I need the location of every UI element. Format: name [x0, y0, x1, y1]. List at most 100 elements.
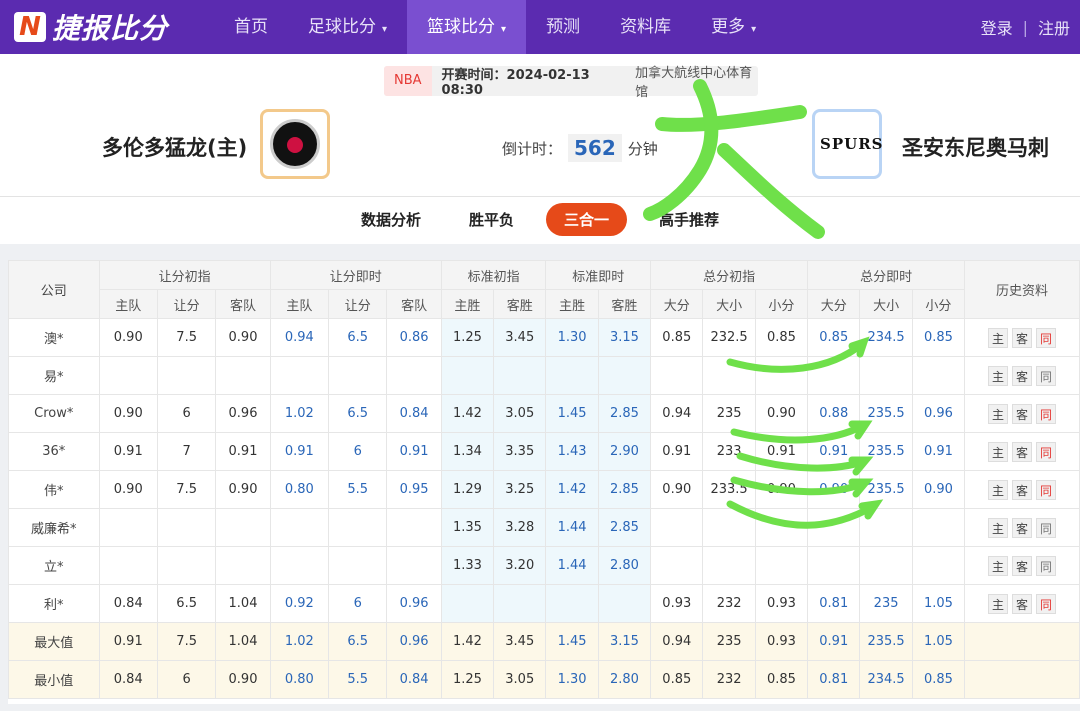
nav-more[interactable]: 更多 ▾: [691, 0, 776, 54]
odds-cell: 0.85: [754, 660, 809, 699]
history-same-button[interactable]: 同: [1036, 555, 1057, 576]
odds-cell: 0.96: [911, 394, 966, 433]
odds-cell: 0.85: [754, 318, 809, 357]
nav-predict[interactable]: 预测: [526, 0, 600, 54]
odds-cell: 2.90: [597, 432, 652, 471]
history-same-button[interactable]: 同: [1036, 441, 1057, 462]
history-away-button[interactable]: 客: [1012, 403, 1033, 424]
odds-cell: 0.90: [98, 394, 158, 433]
odds-cell: 0.85: [650, 660, 704, 699]
odds-cell: 6.5: [328, 394, 388, 433]
odds-cell: [859, 508, 913, 547]
league-badge[interactable]: NBA: [384, 66, 432, 96]
odds-cell: 1.30: [545, 660, 599, 699]
odds-cell: [269, 546, 330, 585]
table-row: 易* 主客同: [8, 356, 1080, 395]
history-away-button[interactable]: 客: [1012, 479, 1033, 500]
history-same-button[interactable]: 同: [1036, 517, 1057, 538]
sub-header: 小分: [754, 289, 809, 319]
history-away-button[interactable]: 客: [1012, 593, 1033, 614]
company-name[interactable]: 36*: [8, 432, 100, 471]
history-cell: 主客同: [964, 470, 1080, 509]
odds-cell: 0.91: [807, 622, 861, 661]
odds-cell: 0.91: [386, 432, 442, 471]
sub-header: 客队: [215, 289, 271, 319]
odds-cell: 0.84: [386, 660, 442, 699]
nav-football[interactable]: 足球比分 ▾: [288, 0, 407, 54]
odds-cell: [98, 508, 158, 547]
history-home-button[interactable]: 主: [988, 479, 1009, 500]
odds-cell: [215, 546, 271, 585]
history-same-button[interactable]: 同: [1036, 403, 1057, 424]
odds-cell: 0.91: [754, 432, 809, 471]
register-link[interactable]: 注册: [1028, 15, 1080, 39]
history-cell: 主客同: [964, 432, 1080, 471]
sub-header: 大小: [702, 289, 756, 319]
company-name[interactable]: 利*: [8, 584, 100, 623]
history-away-button[interactable]: 客: [1012, 441, 1033, 462]
odds-cell: 3.45: [493, 318, 547, 357]
login-link[interactable]: 登录: [971, 15, 1023, 39]
company-name[interactable]: 易*: [8, 356, 100, 395]
odds-cell: [545, 584, 599, 623]
history-away-button[interactable]: 客: [1012, 517, 1033, 538]
history-away-button[interactable]: 客: [1012, 327, 1033, 348]
odds-cell: [98, 546, 158, 585]
odds-cell: 3.15: [597, 622, 652, 661]
odds-cell: 0.91: [650, 432, 704, 471]
site-logo[interactable]: N 捷报比分: [0, 0, 214, 54]
nav-basketball[interactable]: 篮球比分 ▾: [407, 0, 527, 54]
history-home-button[interactable]: 主: [988, 441, 1009, 462]
history-home-button[interactable]: 主: [988, 555, 1009, 576]
odds-cell: 3.15: [597, 318, 652, 357]
nav-account: 登录 | 注册: [971, 0, 1080, 54]
tab-win-draw-lose[interactable]: 胜平负: [469, 209, 514, 230]
odds-cell: 1.44: [545, 508, 599, 547]
sub-header: 客队: [386, 289, 442, 319]
odds-table: 公司 让分初指 让分即时 标准初指 标准即时 总分初指 总分即时 历史资料 主队…: [8, 260, 1080, 699]
odds-cell: [156, 356, 217, 395]
history-home-button[interactable]: 主: [988, 403, 1009, 424]
tab-expert-picks[interactable]: 高手推荐: [659, 209, 719, 230]
chevron-down-icon: ▾: [751, 24, 757, 35]
company-name[interactable]: 澳*: [8, 318, 100, 357]
history-away-button[interactable]: 客: [1012, 365, 1033, 386]
odds-cell: [702, 356, 756, 395]
history-home-button[interactable]: 主: [988, 365, 1009, 386]
company-name[interactable]: Crow*: [8, 394, 100, 433]
tab-three-in-one[interactable]: 三合一: [546, 203, 628, 236]
history-same-button[interactable]: 同: [1036, 327, 1057, 348]
nav-home-label: 首页: [234, 17, 268, 37]
away-team-name[interactable]: 圣安东尼奥马刺: [902, 132, 1049, 162]
odds-cell: [493, 356, 547, 395]
history-same-button[interactable]: 同: [1036, 479, 1057, 500]
history-home-button[interactable]: 主: [988, 327, 1009, 348]
history-home-button[interactable]: 主: [988, 593, 1009, 614]
spurs-logo-icon: SPURS: [820, 135, 884, 153]
tab-data-analysis[interactable]: 数据分析: [361, 209, 421, 230]
away-team-logo[interactable]: SPURS: [812, 109, 884, 179]
odds-cell: 0.91: [269, 432, 330, 471]
home-team-logo[interactable]: [260, 109, 330, 179]
odds-cell: 0.96: [386, 584, 442, 623]
odds-cell: 2.80: [597, 660, 652, 699]
company-name[interactable]: 伟*: [8, 470, 100, 509]
company-name: 最大值: [8, 622, 100, 661]
table-row: Crow* 0.90 6 0.96 1.02 6.5 0.84 1.42 3.05 1.45 2.8…: [8, 394, 1080, 433]
company-name[interactable]: 威廉希*: [8, 508, 100, 547]
odds-cell: 1.33: [440, 546, 495, 585]
history-same-button[interactable]: 同: [1036, 365, 1057, 386]
nav-home[interactable]: 首页: [214, 0, 288, 54]
odds-cell: 0.93: [754, 622, 809, 661]
home-team-name[interactable]: 多伦多猛龙(主): [102, 132, 247, 162]
odds-cell: 1.35: [440, 508, 495, 547]
odds-cell: 235: [859, 584, 913, 623]
history-home-button[interactable]: 主: [988, 517, 1009, 538]
history-same-button[interactable]: 同: [1036, 593, 1057, 614]
nav-football-label: 足球比分: [308, 17, 376, 37]
nav-database[interactable]: 资料库: [600, 0, 691, 54]
company-name[interactable]: 立*: [8, 546, 100, 585]
history-away-button[interactable]: 客: [1012, 555, 1033, 576]
odds-cell: 7.5: [156, 318, 217, 357]
odds-cell: 1.05: [911, 584, 966, 623]
